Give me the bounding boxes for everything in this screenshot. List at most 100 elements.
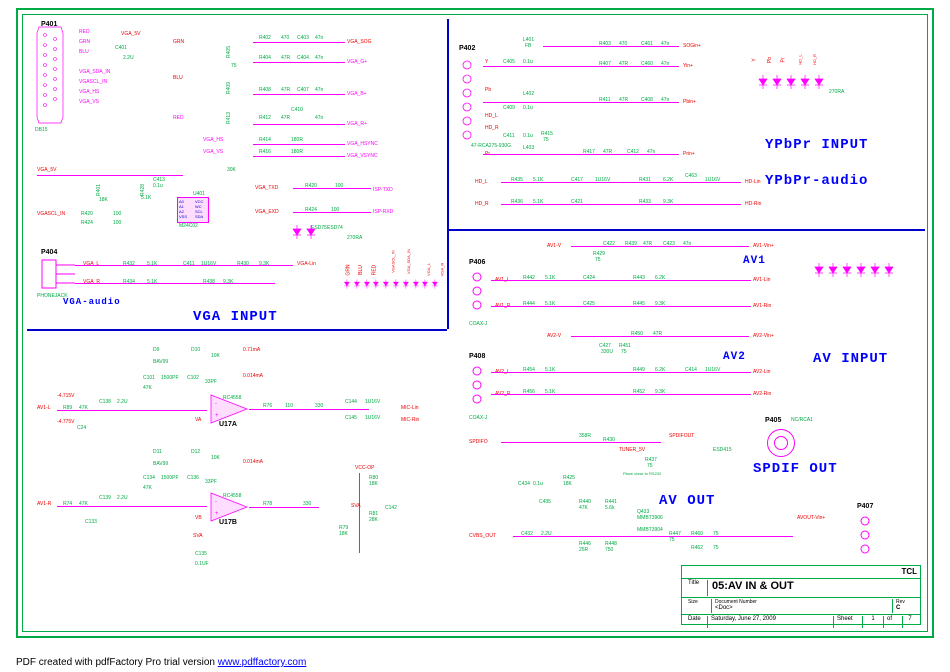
val-fb: FB xyxy=(525,43,531,49)
ref-c424: C424 xyxy=(583,275,595,281)
ref-r462: R462 xyxy=(691,545,703,551)
net-vga-exd: VGA_EXD xyxy=(255,209,279,215)
ref-c432: C432 xyxy=(521,531,533,537)
conn-p402 xyxy=(459,57,479,149)
val-r434: 5.1K xyxy=(147,279,157,285)
net-vga-hsync: VGA_HSYNC xyxy=(347,141,378,147)
ref-c142: C142 xyxy=(385,505,397,511)
net-blu: BLU xyxy=(79,49,89,55)
ref-c138: C138 xyxy=(99,399,111,405)
ref-r433: R433 xyxy=(639,199,651,205)
ref-l403: L403 xyxy=(523,145,534,151)
val-r408: 47R xyxy=(281,87,290,93)
val-c139: 2.2U xyxy=(117,495,128,501)
ref-r78: R78 xyxy=(263,501,272,507)
ref-c461: C461 xyxy=(641,41,653,47)
ref-c463: C463 xyxy=(685,173,697,179)
label-ypbpr-audio: YPbPr-audio xyxy=(765,173,868,189)
ref-c423: C423 xyxy=(663,241,675,247)
net-isp-txd: ISP-TXD xyxy=(373,187,393,193)
sva: SVA xyxy=(193,533,203,539)
coax1: COAX-J xyxy=(469,321,487,327)
val-r449: 6.2K xyxy=(655,367,665,373)
tb-rev: C xyxy=(896,605,914,611)
type-p405: NC/RCA1 xyxy=(791,417,813,423)
val-r451: 75 xyxy=(621,349,627,355)
type-u401: M24C02 xyxy=(179,223,198,229)
ref-r435: R435 xyxy=(511,177,523,183)
volt-775: -4.775V xyxy=(57,419,75,425)
type-q434: MMBT3904 xyxy=(637,527,663,533)
net-hdrin: HD-Rin xyxy=(745,201,761,207)
tb-date: Saturday, June 27, 2009 xyxy=(708,616,834,628)
val-51k: 5.1K xyxy=(141,195,151,201)
footer-text: PDF created with pdfFactory Pro trial ve… xyxy=(16,657,218,668)
net-red: RED xyxy=(79,29,90,35)
esd-pair xyxy=(291,225,339,239)
net-vgavs2: VGA_VS xyxy=(203,149,223,155)
ref-r412: R412 xyxy=(259,115,271,121)
net-vgalin: VGA-Lin xyxy=(297,261,316,267)
wire xyxy=(249,409,369,410)
wire xyxy=(543,46,679,47)
val-r407: 47R xyxy=(619,61,628,67)
ref-p407: P407 xyxy=(857,503,873,510)
ref-r404: R404 xyxy=(259,55,271,61)
ref-r414: R414 xyxy=(259,137,271,143)
val-1u: 1U16V xyxy=(201,261,216,267)
ref-l402: L402 xyxy=(523,91,534,97)
tb-sheet: 1 xyxy=(863,616,884,628)
net-av2vin: AV2-Vin+ xyxy=(753,333,774,339)
ref-r455: R454 xyxy=(523,367,535,373)
val-r445: 9.3K xyxy=(655,301,665,307)
rca-spdif xyxy=(767,429,795,457)
ref-c134: C134 xyxy=(143,475,155,481)
type-p404: PHONEJACK xyxy=(37,293,68,299)
ref-d12: D12 xyxy=(191,449,200,455)
val-c138: 2.2U xyxy=(117,399,128,405)
net-blu2: BLU xyxy=(173,75,183,81)
ref-r438: R438 xyxy=(203,279,215,285)
val-r405: 75 xyxy=(231,63,237,69)
val-470: 470 xyxy=(619,41,627,47)
wire xyxy=(75,265,293,266)
wire xyxy=(293,188,371,189)
val-100b: 100 xyxy=(113,220,121,226)
type-u17b: RC4558 xyxy=(223,493,241,499)
ref-r402: R402 xyxy=(259,35,271,41)
wire xyxy=(253,156,345,157)
ref-r450: R450 xyxy=(631,331,643,337)
wire-vga5v xyxy=(37,175,183,176)
tb-date-label: Date xyxy=(685,616,708,628)
net-vga-b: VGA_B+ xyxy=(347,91,367,97)
net-av1vin: AV1-Vin+ xyxy=(753,243,774,249)
val-r433: 9.3K xyxy=(663,199,673,205)
val-bav99b: BAV99 xyxy=(153,461,168,467)
ref-r403: R403 xyxy=(599,41,611,47)
net-grn2: GRN xyxy=(173,39,184,45)
ref-c422: C422 xyxy=(603,241,615,247)
ref-r432: R432 xyxy=(123,261,135,267)
ref-p406: P406 xyxy=(469,259,485,266)
val-10k2: 10K xyxy=(211,455,220,461)
i071: 0.71mA xyxy=(243,347,260,353)
ref-r431: R431 xyxy=(639,177,651,183)
val-01uf: 0.1UF xyxy=(195,561,209,567)
val-c432: 2.2U xyxy=(541,531,552,537)
ref-r449: R449 xyxy=(633,367,645,373)
label-db15: DB15 xyxy=(35,127,48,133)
val-100: 100 xyxy=(113,211,121,217)
ref-c411: C411 xyxy=(183,261,195,267)
net-isp-rxd: ISP-RXD xyxy=(373,209,393,215)
val-r456: 5.1K xyxy=(545,389,555,395)
val-c404: 47n xyxy=(315,55,323,61)
esd-row-ypbpr xyxy=(757,75,825,89)
val-r412: 47R xyxy=(281,115,290,121)
footer-link[interactable]: www.pdffactory.com xyxy=(218,657,307,668)
ref-p402: P402 xyxy=(459,45,475,52)
ref-c404: C404 xyxy=(297,55,309,61)
val-r440: 47K xyxy=(579,505,588,511)
val-r81: 28K xyxy=(369,517,378,523)
ref-r443: R443 xyxy=(633,275,645,281)
esd-hdl: HD_L xyxy=(798,54,803,64)
